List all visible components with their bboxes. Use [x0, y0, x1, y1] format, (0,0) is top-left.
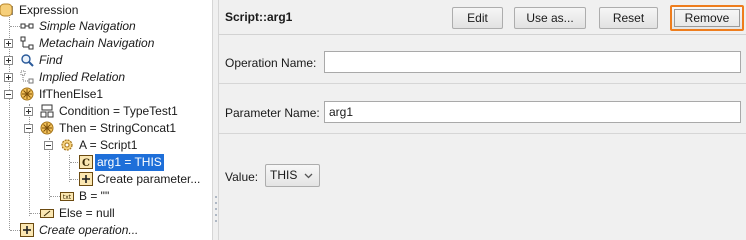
expression-icon [0, 3, 13, 17]
find-icon [20, 53, 34, 67]
tree-item-b[interactable]: txt B = "" [0, 188, 212, 205]
tree-item-else[interactable]: Else = null [0, 205, 212, 222]
expression-tree: Expression Simple Navigation Metachain N… [0, 0, 213, 240]
panel-header: Script::arg1 Edit Use as... Reset Remove [219, 0, 746, 35]
value-label: Value: [225, 170, 259, 184]
svg-text:C: C [82, 158, 90, 169]
reset-button[interactable]: Reset [599, 7, 658, 29]
tree-item-implied-relation[interactable]: Implied Relation [0, 69, 212, 86]
tree-item-label: Create parameter... [97, 172, 201, 186]
expand-toggle[interactable] [4, 73, 13, 82]
splitter-grip [215, 208, 217, 210]
tree-item-find[interactable]: Find [0, 52, 212, 69]
operation-name-label: Operation Name: [225, 56, 317, 70]
tree-item-label: Metachain Navigation [39, 36, 155, 50]
create-plus-icon [20, 223, 34, 237]
splitter-grip [215, 202, 217, 204]
string-value-icon: txt [60, 189, 74, 203]
parameter-icon: C [79, 155, 93, 169]
parameter-name-field[interactable] [324, 101, 741, 123]
tree-item-label: Simple Navigation [39, 19, 136, 33]
tree-item-label: A = Script1 [79, 138, 138, 152]
tree-item-arg1[interactable]: C arg1 = THIS [0, 154, 212, 171]
remove-button[interactable]: Remove [670, 5, 744, 31]
value-dropdown-selected: THIS [270, 168, 298, 182]
edit-button[interactable]: Edit [452, 7, 503, 29]
splitter-grip [215, 214, 217, 216]
value-dropdown[interactable]: THIS [265, 164, 320, 187]
tree-item-if-then-else[interactable]: IfThenElse1 [0, 86, 212, 103]
tree-item-label: Else = null [59, 206, 115, 220]
tree-item-simple-navigation[interactable]: Simple Navigation [0, 18, 212, 35]
tree-item-label: IfThenElse1 [39, 87, 104, 101]
metachain-navigation-icon [20, 36, 34, 50]
chevron-down-icon [304, 169, 313, 179]
tree-item-label: Implied Relation [39, 70, 126, 84]
splitter-grip [215, 220, 217, 222]
tree-item-label: arg1 = THIS [95, 154, 164, 171]
string-concat-icon [40, 121, 54, 135]
expand-toggle[interactable] [4, 39, 13, 48]
if-then-else-icon [20, 87, 34, 101]
parameter-name-label: Parameter Name: [225, 106, 320, 120]
tree-item-label: Then = StringConcat1 [59, 121, 177, 135]
null-value-icon [40, 206, 54, 220]
tree-item-label: Create operation... [39, 223, 139, 237]
script-gear-icon [60, 138, 74, 152]
use-as-button[interactable]: Use as... [514, 7, 586, 29]
tree-item-condition[interactable]: Condition = TypeTest1 [0, 103, 212, 120]
tree-item-label: Condition = TypeTest1 [59, 104, 178, 118]
operation-name-row: Operation Name: [219, 42, 746, 84]
implied-relation-icon [20, 70, 34, 84]
tree-item-script[interactable]: A = Script1 [0, 137, 212, 154]
type-test-icon [40, 104, 54, 118]
tree-item-create-operation[interactable]: Create operation... [0, 222, 212, 239]
operation-name-field[interactable] [324, 51, 741, 73]
panel-title: Script::arg1 [225, 10, 293, 24]
expand-toggle[interactable] [4, 56, 13, 65]
tree-item-metachain-navigation[interactable]: Metachain Navigation [0, 35, 212, 52]
tree-item-label: Find [39, 53, 63, 67]
create-plus-icon [79, 172, 93, 186]
properties-panel: Script::arg1 Edit Use as... Reset Remove… [219, 0, 746, 240]
simple-navigation-icon [20, 19, 34, 33]
tree-item-expression[interactable]: Expression [0, 2, 212, 19]
tree-item-create-parameter[interactable]: Create parameter... [0, 171, 212, 188]
tree-item-then[interactable]: Then = StringConcat1 [0, 120, 212, 137]
svg-text:txt: txt [63, 194, 72, 201]
tree-item-label: B = "" [79, 189, 110, 203]
tree-item-label: Expression [19, 3, 79, 17]
collapse-toggle[interactable] [4, 90, 13, 99]
collapse-toggle[interactable] [24, 124, 33, 133]
expand-toggle[interactable] [24, 107, 33, 116]
parameter-name-row: Parameter Name: [219, 92, 746, 134]
splitter-grip [215, 196, 217, 198]
collapse-toggle[interactable] [44, 141, 53, 150]
